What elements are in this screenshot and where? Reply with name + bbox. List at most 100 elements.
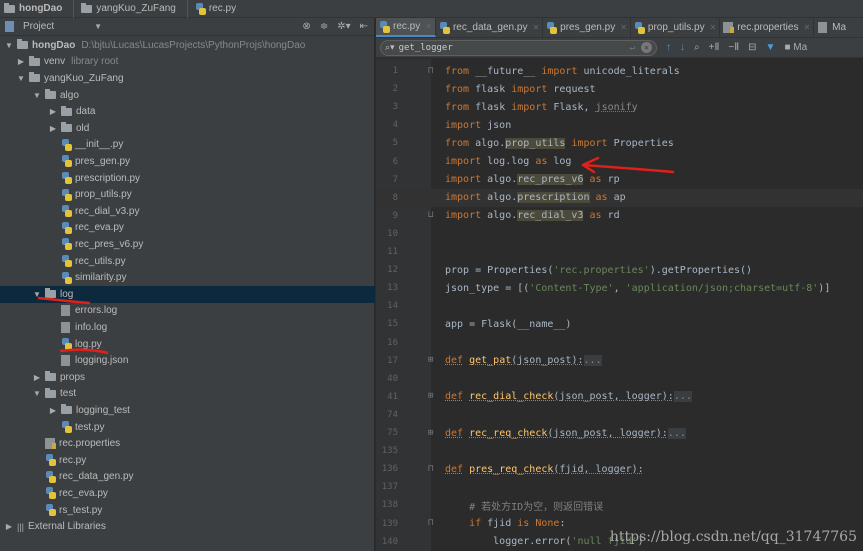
tab-prop-utils-py[interactable]: prop_utils.py ✕ xyxy=(631,18,721,37)
fold-open-icon[interactable]: ⊓ xyxy=(428,464,439,474)
breadcrumb-label: hongDao xyxy=(19,3,63,14)
close-tab-icon[interactable]: ✕ xyxy=(710,23,717,32)
tab-ma[interactable]: Ma xyxy=(814,18,849,37)
tree-item-rec-utils-py[interactable]: rec_utils.py xyxy=(0,253,375,270)
line-number: 74 xyxy=(387,409,398,420)
collapse-all-icon[interactable]: ≑ xyxy=(320,21,328,32)
expanded-arrow-icon[interactable]: ▼ xyxy=(15,74,27,83)
tree-item-pres-gen-py[interactable]: pres_gen.py xyxy=(0,153,375,170)
project-view-selector[interactable]: Project xyxy=(23,21,54,32)
tree-item-label: logging_test xyxy=(76,404,130,416)
collapsed-arrow-icon[interactable]: ▶ xyxy=(47,124,59,133)
tree-item-venv[interactable]: ▶ venv library root xyxy=(0,54,375,71)
hide-panel-icon[interactable]: ⇤ xyxy=(360,21,368,32)
tree-item-label: rec_utils.py xyxy=(75,255,126,267)
tree-item-external-libraries[interactable]: ▶ ||| External Libraries xyxy=(0,518,375,535)
tree-item-rec-eva-py[interactable]: rec_eva.py xyxy=(0,485,375,502)
code-token: as xyxy=(535,156,548,167)
select-all-occurrences-icon[interactable]: ⊟ xyxy=(748,42,756,53)
tab-rec-data-gen-py[interactable]: rec_data_gen.py ✕ xyxy=(436,18,544,37)
close-tab-icon[interactable]: ✕ xyxy=(425,22,432,31)
search-input[interactable]: ⌕▾ get_logger ↵ ✕ xyxy=(380,39,657,56)
tree-item--init-py[interactable]: __init__.py xyxy=(0,137,375,154)
breadcrumb-hongdao[interactable]: hongDao xyxy=(0,0,68,18)
code-token: (fjid, logger): xyxy=(553,463,644,475)
editor: rec.py ✕ rec_data_gen.py ✕ pres_gen.py ✕ prop_… xyxy=(376,18,863,551)
tree-item-hongdao[interactable]: ▼ hongDao D:\bjtu\Lucas\LucasProjects\Pyth… xyxy=(0,37,375,54)
expanded-arrow-icon[interactable]: ▼ xyxy=(31,290,43,299)
tree-item-old[interactable]: ▶ old xyxy=(0,120,375,137)
tree-item-test[interactable]: ▼ test xyxy=(0,386,375,403)
find-all-icon[interactable]: ⌕ xyxy=(694,42,700,53)
tree-item-rec-pres-v6-py[interactable]: rec_pres_v6.py xyxy=(0,236,375,253)
line-number: 15 xyxy=(387,319,398,330)
tree-item-similarity-py[interactable]: similarity.py xyxy=(0,269,375,286)
tree-item-rec-eva-py[interactable]: rec_eva.py xyxy=(0,220,375,237)
tree-item-logging-json[interactable]: logging.json xyxy=(0,352,375,369)
collapsed-arrow-icon[interactable]: ▶ xyxy=(47,406,59,415)
code-token[interactable]: ... xyxy=(673,391,692,403)
add-occurrence-icon[interactable]: +Ⅱ xyxy=(709,42,720,53)
tree-item-test-py[interactable]: test.py xyxy=(0,419,375,436)
remove-occurrence-icon[interactable]: −Ⅱ xyxy=(728,42,739,53)
clear-search-icon[interactable]: ✕ xyxy=(641,42,652,53)
code-token[interactable]: ... xyxy=(667,427,686,439)
breadcrumb-rec-py[interactable]: rec.py xyxy=(191,0,242,18)
chevron-down-icon[interactable]: ▼ xyxy=(94,22,102,31)
expanded-arrow-icon[interactable]: ▼ xyxy=(31,389,43,398)
tree-item-prop-utils-py[interactable]: prop_utils.py xyxy=(0,186,375,203)
previous-occurrence-icon[interactable]: ↑ xyxy=(666,42,671,53)
close-tab-icon[interactable]: ✕ xyxy=(803,23,810,32)
tree-item-algo[interactable]: ▼ algo xyxy=(0,87,375,104)
tree-item-log-py[interactable]: log.py xyxy=(0,336,375,353)
fold-open-icon[interactable]: ⊓ xyxy=(428,519,439,528)
fold-plus-icon[interactable]: ⊞ xyxy=(428,356,439,365)
tab-pres-gen-py[interactable]: pres_gen.py ✕ xyxy=(543,18,631,37)
breadcrumb-yangkuo[interactable]: yangKuo_ZuFang xyxy=(77,0,182,18)
code-token[interactable]: ... xyxy=(583,355,602,367)
code-line: 15 app = Flask(__name__) xyxy=(376,315,863,333)
tab-rec-properties[interactable]: rec.properties ✕ xyxy=(720,18,815,37)
code-text: import algo.rec_dial_v3 as rd xyxy=(445,210,620,222)
tab-label: rec.py xyxy=(393,21,421,32)
tree-item-data[interactable]: ▶ data xyxy=(0,103,375,120)
watermark: https://blog.csdn.net/qq_31747765 xyxy=(609,529,857,545)
tree-item-rec-properties[interactable]: rec.properties xyxy=(0,435,375,452)
tree-item-rs-test-py[interactable]: rs_test.py xyxy=(0,502,375,519)
collapsed-arrow-icon[interactable]: ▶ xyxy=(31,373,43,382)
tree-item-info-log[interactable]: info.log xyxy=(0,319,375,336)
code-line: 137 xyxy=(376,478,863,496)
tree-item-rec-data-gen-py[interactable]: rec_data_gen.py xyxy=(0,469,375,486)
tree-item-props[interactable]: ▶ props xyxy=(0,369,375,386)
fold-close-icon[interactable]: ⊔ xyxy=(428,211,439,220)
tree-item-log[interactable]: ▼ log xyxy=(0,286,375,303)
text-file-icon xyxy=(61,355,70,367)
collapsed-arrow-icon[interactable]: ▶ xyxy=(15,57,27,66)
expanded-arrow-icon[interactable]: ▼ xyxy=(31,91,43,100)
tree-item-errors-log[interactable]: errors.log xyxy=(0,303,375,320)
close-tab-icon[interactable]: ✕ xyxy=(532,23,539,32)
tree-item-rec-dial-v3-py[interactable]: rec_dial_v3.py xyxy=(0,203,375,220)
fold-open-icon[interactable]: ⊓ xyxy=(428,66,439,76)
tree-item-prescription-py[interactable]: prescription.py xyxy=(0,170,375,187)
scroll-from-source-icon[interactable]: ⊗ xyxy=(302,21,310,32)
code-token: Properties xyxy=(607,137,674,149)
match-case-checkbox[interactable]: ■ Ma xyxy=(784,42,807,53)
fold-plus-icon[interactable]: ⊞ xyxy=(428,392,439,401)
next-occurrence-icon[interactable]: ↓ xyxy=(680,42,685,53)
tree-item-yangkuo-zufang[interactable]: ▼ yangKuo_ZuFang xyxy=(0,70,375,87)
tree-item-logging-test[interactable]: ▶ logging_test xyxy=(0,402,375,419)
code-token: from xyxy=(445,101,470,113)
collapsed-arrow-icon[interactable]: ▶ xyxy=(47,107,59,116)
filter-icon[interactable]: ▼ xyxy=(766,42,776,53)
collapsed-arrow-icon[interactable]: ▶ xyxy=(3,522,15,531)
gear-icon[interactable]: ✲▾ xyxy=(337,21,350,32)
tab-rec-py[interactable]: rec.py ✕ xyxy=(376,18,436,37)
code-area[interactable]: 1 ⊓ from __future__ import unicode_literal… xyxy=(376,59,863,551)
code-line: 3 from flask import Flask, jsonify xyxy=(376,98,863,116)
expanded-arrow-icon[interactable]: ▼ xyxy=(3,41,15,50)
tree-item-rec-py[interactable]: rec.py xyxy=(0,452,375,469)
fold-plus-icon[interactable]: ⊞ xyxy=(428,428,439,438)
close-tab-icon[interactable]: ✕ xyxy=(620,23,627,32)
